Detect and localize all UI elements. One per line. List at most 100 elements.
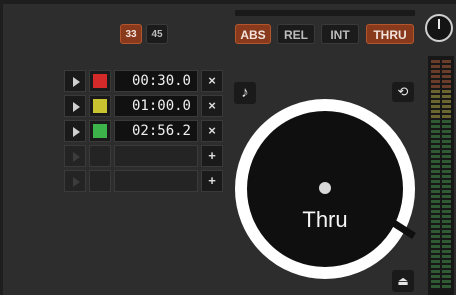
meter-segment bbox=[442, 225, 451, 228]
meter-segment bbox=[431, 140, 440, 143]
meter-segment bbox=[442, 230, 451, 233]
meter-segment bbox=[442, 145, 451, 148]
cue-color-button[interactable] bbox=[89, 70, 111, 92]
mode-rel-button[interactable]: REL bbox=[277, 24, 315, 44]
meter-segment bbox=[431, 275, 440, 278]
cue-time: 02:56.2 bbox=[114, 120, 198, 142]
meter-segment bbox=[431, 230, 440, 233]
meter-segment bbox=[442, 95, 451, 98]
meter-segment bbox=[431, 165, 440, 168]
meter-segment bbox=[431, 110, 440, 113]
speed-45-button[interactable]: 45 bbox=[146, 24, 168, 44]
cue-add-button[interactable]: + bbox=[201, 170, 223, 192]
meter-segment bbox=[431, 90, 440, 93]
meter-segment bbox=[442, 280, 451, 283]
meter-left-channel bbox=[431, 60, 440, 291]
meter-segment bbox=[431, 85, 440, 88]
cue-delete-button[interactable]: × bbox=[201, 70, 223, 92]
meter-segment bbox=[442, 130, 451, 133]
meter-segment bbox=[442, 245, 451, 248]
cue-row-empty: + bbox=[64, 145, 226, 167]
meter-segment bbox=[442, 195, 451, 198]
meter-segment bbox=[442, 125, 451, 128]
cue-color-swatch bbox=[93, 124, 107, 138]
meter-segment bbox=[442, 135, 451, 138]
cue-color-button[interactable] bbox=[89, 170, 111, 192]
meter-segment bbox=[431, 130, 440, 133]
meter-segment bbox=[442, 75, 451, 78]
meter-segment bbox=[431, 285, 440, 288]
cue-play-button[interactable] bbox=[64, 145, 86, 167]
cue-time bbox=[114, 170, 198, 192]
meter-segment bbox=[442, 190, 451, 193]
cue-add-button[interactable]: + bbox=[201, 145, 223, 167]
meter-segment bbox=[431, 240, 440, 243]
gain-knob[interactable] bbox=[425, 14, 453, 42]
meter-segment bbox=[431, 185, 440, 188]
cue-color-button[interactable] bbox=[89, 145, 111, 167]
meter-segment bbox=[431, 135, 440, 138]
meter-segment bbox=[431, 280, 440, 283]
cue-delete-button[interactable]: × bbox=[201, 95, 223, 117]
meter-segment bbox=[431, 175, 440, 178]
meter-segment bbox=[442, 85, 451, 88]
cue-color-button[interactable] bbox=[89, 120, 111, 142]
meter-segment bbox=[442, 65, 451, 68]
meter-segment bbox=[442, 60, 451, 63]
meter-segment bbox=[442, 170, 451, 173]
meter-segment bbox=[442, 255, 451, 258]
meter-segment bbox=[442, 105, 451, 108]
meter-segment bbox=[431, 70, 440, 73]
meter-segment bbox=[431, 95, 440, 98]
eject-icon[interactable]: ⏏ bbox=[392, 270, 414, 292]
cue-time bbox=[114, 145, 198, 167]
speed-33-button[interactable]: 33 bbox=[120, 24, 142, 44]
cue-color-button[interactable] bbox=[89, 95, 111, 117]
meter-segment bbox=[442, 80, 451, 83]
platter-label: Thru bbox=[302, 207, 348, 232]
cue-play-button[interactable] bbox=[64, 95, 86, 117]
meter-segment bbox=[431, 220, 440, 223]
meter-segment bbox=[442, 270, 451, 273]
cue-row: 00:30.0 × bbox=[64, 70, 226, 92]
meter-segment bbox=[442, 265, 451, 268]
meter-segment bbox=[431, 105, 440, 108]
mode-thru-button[interactable]: THRU bbox=[366, 24, 414, 44]
meter-segment bbox=[442, 110, 451, 113]
meter-segment bbox=[431, 260, 440, 263]
meter-segment bbox=[442, 185, 451, 188]
meter-segment bbox=[431, 205, 440, 208]
meter-segment bbox=[442, 180, 451, 183]
meter-segment bbox=[442, 165, 451, 168]
meter-segment bbox=[431, 245, 440, 248]
cue-row: 01:00.0 × bbox=[64, 95, 226, 117]
waveform-strip[interactable] bbox=[235, 10, 415, 16]
meter-segment bbox=[442, 70, 451, 73]
top-edge bbox=[0, 0, 456, 4]
cue-color-swatch bbox=[93, 74, 107, 88]
cue-play-button[interactable] bbox=[64, 170, 86, 192]
cue-delete-button[interactable]: × bbox=[201, 120, 223, 142]
mode-int-button[interactable]: INT bbox=[321, 24, 359, 44]
platter-spindle bbox=[319, 182, 331, 194]
cue-play-button[interactable] bbox=[64, 120, 86, 142]
mode-abs-button[interactable]: ABS bbox=[235, 24, 271, 44]
meter-segment bbox=[431, 100, 440, 103]
meter-segment bbox=[442, 160, 451, 163]
meter-segment bbox=[442, 215, 451, 218]
meter-segment bbox=[431, 265, 440, 268]
meter-segment bbox=[442, 220, 451, 223]
meter-right-channel bbox=[442, 60, 451, 291]
meter-segment bbox=[442, 285, 451, 288]
knob-indicator bbox=[438, 19, 440, 29]
meter-segment bbox=[442, 90, 451, 93]
meter-segment bbox=[442, 140, 451, 143]
left-edge bbox=[0, 0, 3, 295]
platter[interactable] bbox=[232, 96, 418, 282]
cue-row-empty: + bbox=[64, 170, 226, 192]
meter-segment bbox=[442, 200, 451, 203]
meter-segment bbox=[431, 170, 440, 173]
cue-play-button[interactable] bbox=[64, 70, 86, 92]
cue-time: 00:30.0 bbox=[114, 70, 198, 92]
meter-segment bbox=[442, 115, 451, 118]
